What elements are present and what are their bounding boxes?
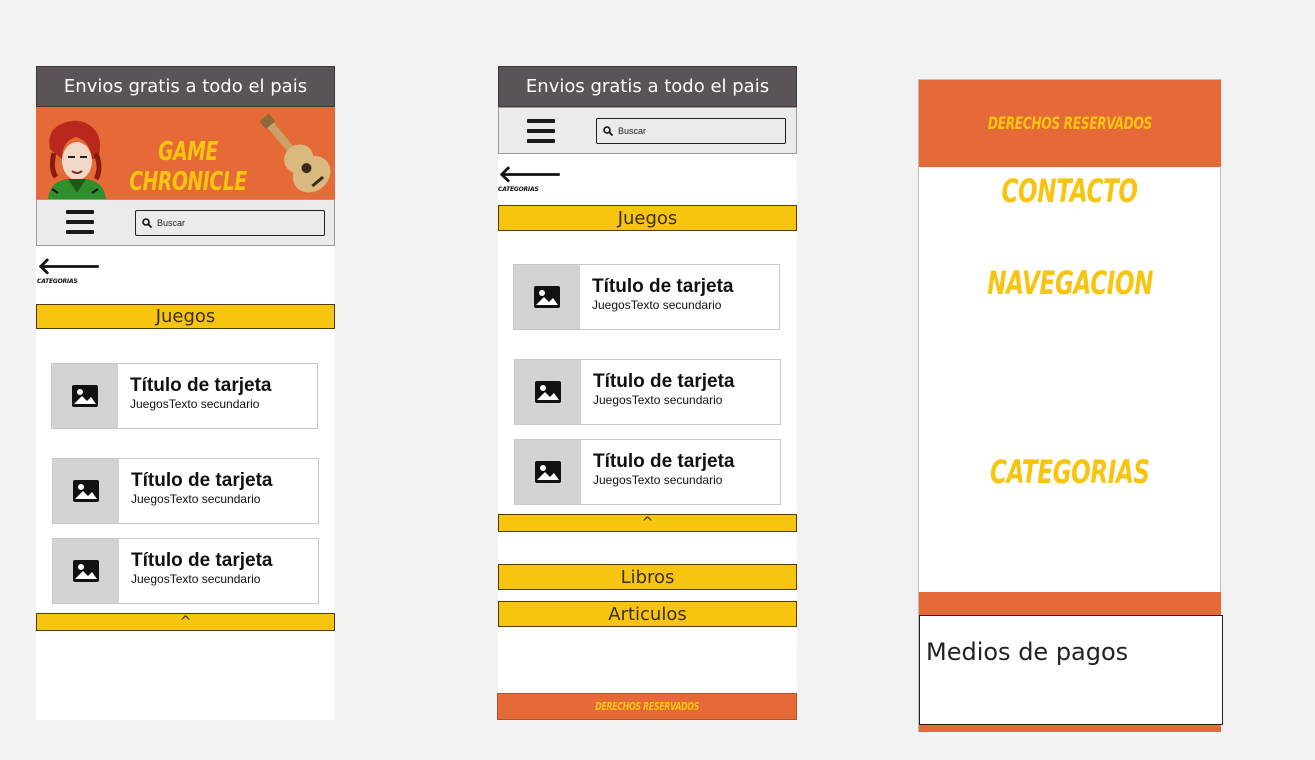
section-title: Articulos xyxy=(608,603,687,625)
image-placeholder-icon xyxy=(72,385,98,407)
back-to-categories[interactable]: 🡐 CATEGORIAS xyxy=(37,252,102,285)
payments-box: Medios de pagos xyxy=(919,615,1223,725)
card-thumbnail xyxy=(515,360,581,424)
image-placeholder-icon xyxy=(534,286,560,308)
menu-hamburger-icon[interactable] xyxy=(66,210,94,234)
image-placeholder-icon xyxy=(535,381,561,403)
arrow-left-icon: 🡐 xyxy=(498,160,563,188)
guitar-icon xyxy=(259,113,331,193)
card-thumbnail xyxy=(53,459,119,523)
card-subtitle: JuegosTexto secundario xyxy=(593,393,723,407)
section-juegos-header[interactable]: Juegos xyxy=(36,304,335,329)
footer-categories-link[interactable]: CATEGORIAS xyxy=(990,453,1150,491)
card-subtitle: JuegosTexto secundario xyxy=(593,473,723,487)
promo-banner: Envios gratis a todo el pais xyxy=(498,66,797,107)
promo-text: Envios gratis a todo el pais xyxy=(525,76,770,97)
magnifier-icon xyxy=(603,126,613,136)
card-3[interactable]: Título de tarjeta JuegosTexto secundario xyxy=(52,538,319,604)
footer-rights-header: DERECHOS RESERVADOS xyxy=(919,80,1221,167)
card-3[interactable]: Título de tarjeta JuegosTexto secundario xyxy=(514,439,781,505)
search-box[interactable] xyxy=(596,118,786,144)
card-subtitle: JuegosTexto secundario xyxy=(131,492,261,506)
card-title: Título de tarjeta xyxy=(131,470,273,491)
footer-contact-link[interactable]: CONTACTO xyxy=(1002,172,1139,210)
image-placeholder-icon xyxy=(535,461,561,483)
collapse-label: ^ xyxy=(179,614,192,630)
card-title: Título de tarjeta xyxy=(592,276,734,297)
navbar xyxy=(498,107,797,154)
section-title: Juegos xyxy=(617,207,678,229)
card-thumbnail xyxy=(515,440,581,504)
search-input[interactable] xyxy=(618,126,768,136)
back-to-categories[interactable]: 🡐 CATEGORIAS xyxy=(498,160,563,193)
footer-navigation-link[interactable]: NAVEGACION xyxy=(987,264,1153,302)
card-1[interactable]: Título de tarjeta JuegosTexto secundario xyxy=(51,363,318,429)
card-2[interactable]: Título de tarjeta JuegosTexto secundario xyxy=(52,458,319,524)
card-title: Título de tarjeta xyxy=(131,550,273,571)
image-placeholder-icon xyxy=(73,560,99,582)
brand-header: GAME CHRONICLE xyxy=(36,107,335,199)
menu-hamburger-icon[interactable] xyxy=(527,119,555,143)
section-title: Libros xyxy=(620,566,675,588)
collapse-label: ^ xyxy=(641,515,654,531)
navbar xyxy=(36,199,335,246)
section-libros-header[interactable]: Libros xyxy=(498,564,797,590)
footer-expanded-frame: DERECHOS RESERVADOS CONTACTO NAVEGACION … xyxy=(918,79,1223,732)
section-articulos-header[interactable]: Articulos xyxy=(498,601,797,627)
card-subtitle: JuegosTexto secundario xyxy=(592,298,722,312)
section-title: Juegos xyxy=(155,306,216,327)
collapse-button[interactable]: ^ xyxy=(498,514,797,532)
footer-rights-text: DERECHOS RESERVADOS xyxy=(595,700,699,713)
card-subtitle: JuegosTexto secundario xyxy=(130,397,260,411)
card-thumbnail xyxy=(52,364,118,428)
payments-label: Medios de pagos xyxy=(926,638,1129,666)
image-placeholder-icon xyxy=(73,480,99,502)
magnifier-icon xyxy=(142,218,152,228)
brand-logo-text: GAME CHRONICLE xyxy=(129,137,247,197)
footer-rights-text: DERECHOS RESERVADOS xyxy=(987,113,1153,134)
search-input[interactable] xyxy=(157,218,307,228)
promo-banner: Envios gratis a todo el pais xyxy=(36,66,335,107)
card-title: Título de tarjeta xyxy=(593,371,735,392)
mobile-home-frame: Envios gratis a todo el pais GAME CHRONI… xyxy=(36,66,335,720)
footer-bar: DERECHOS RESERVADOS xyxy=(497,693,797,720)
promo-text: Envios gratis a todo el pais xyxy=(63,76,308,97)
mobile-categories-frame: Envios gratis a todo el pais 🡐 CATEGORIA… xyxy=(497,66,797,720)
card-title: Título de tarjeta xyxy=(130,375,272,396)
card-1[interactable]: Título de tarjeta JuegosTexto secundario xyxy=(513,264,780,330)
card-2[interactable]: Título de tarjeta JuegosTexto secundario xyxy=(514,359,781,425)
card-title: Título de tarjeta xyxy=(593,451,735,472)
collapse-button[interactable]: ^ xyxy=(36,613,335,631)
card-thumbnail xyxy=(53,539,119,603)
arrow-left-icon: 🡐 xyxy=(37,252,102,280)
card-subtitle: JuegosTexto secundario xyxy=(131,572,261,586)
section-juegos-header[interactable]: Juegos xyxy=(498,205,797,231)
card-thumbnail xyxy=(514,265,580,329)
search-box[interactable] xyxy=(135,210,325,236)
